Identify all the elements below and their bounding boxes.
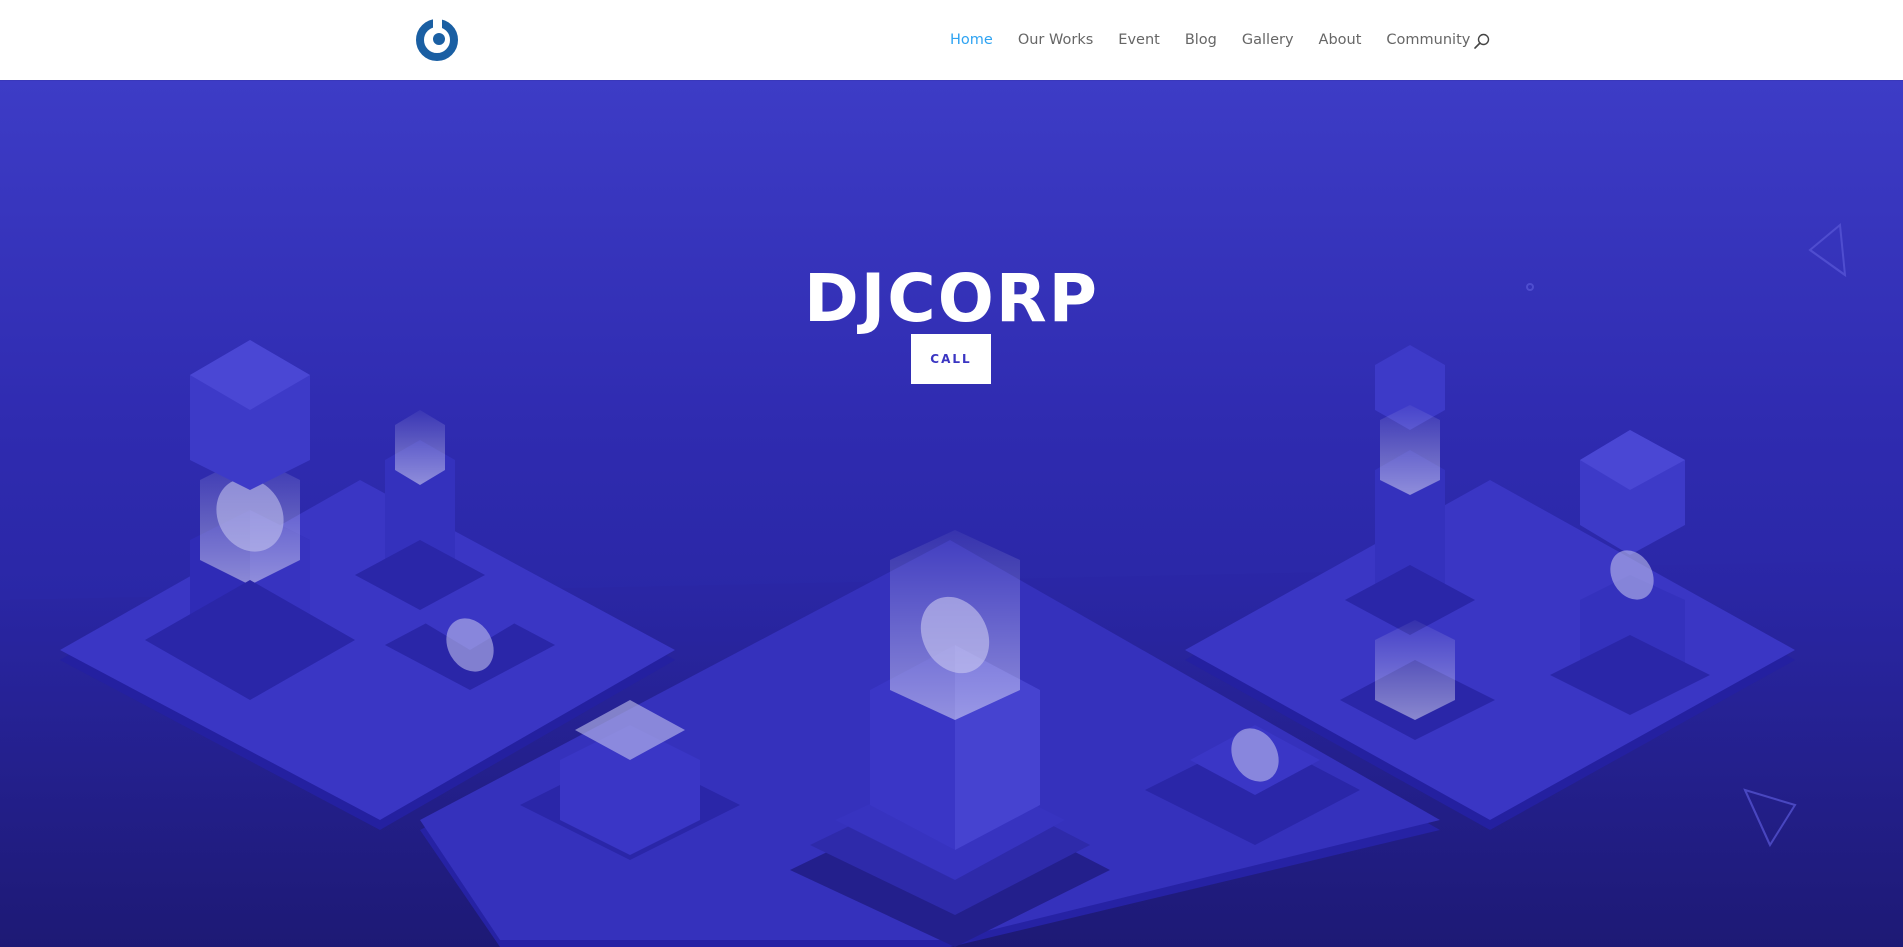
hero-section: DJCORP CALL [0, 80, 1903, 947]
nav-our-works[interactable]: Our Works [1018, 32, 1093, 48]
nav-community[interactable]: Community [1386, 32, 1470, 48]
search-icon[interactable] [1473, 32, 1491, 50]
call-button[interactable]: CALL [911, 334, 991, 384]
nav-home[interactable]: Home [950, 32, 993, 48]
nav-event[interactable]: Event [1118, 32, 1160, 48]
nav-gallery[interactable]: Gallery [1242, 32, 1294, 48]
nav-blog[interactable]: Blog [1185, 32, 1217, 48]
nav-about[interactable]: About [1319, 32, 1362, 48]
hero-title: DJCORP [803, 260, 1100, 338]
isometric-blocks-illustration [0, 223, 1903, 947]
site-logo-icon[interactable] [415, 18, 459, 62]
site-header: Home Our Works Event Blog Gallery About … [0, 0, 1903, 80]
main-nav: Home Our Works Event Blog Gallery About … [950, 0, 1495, 80]
